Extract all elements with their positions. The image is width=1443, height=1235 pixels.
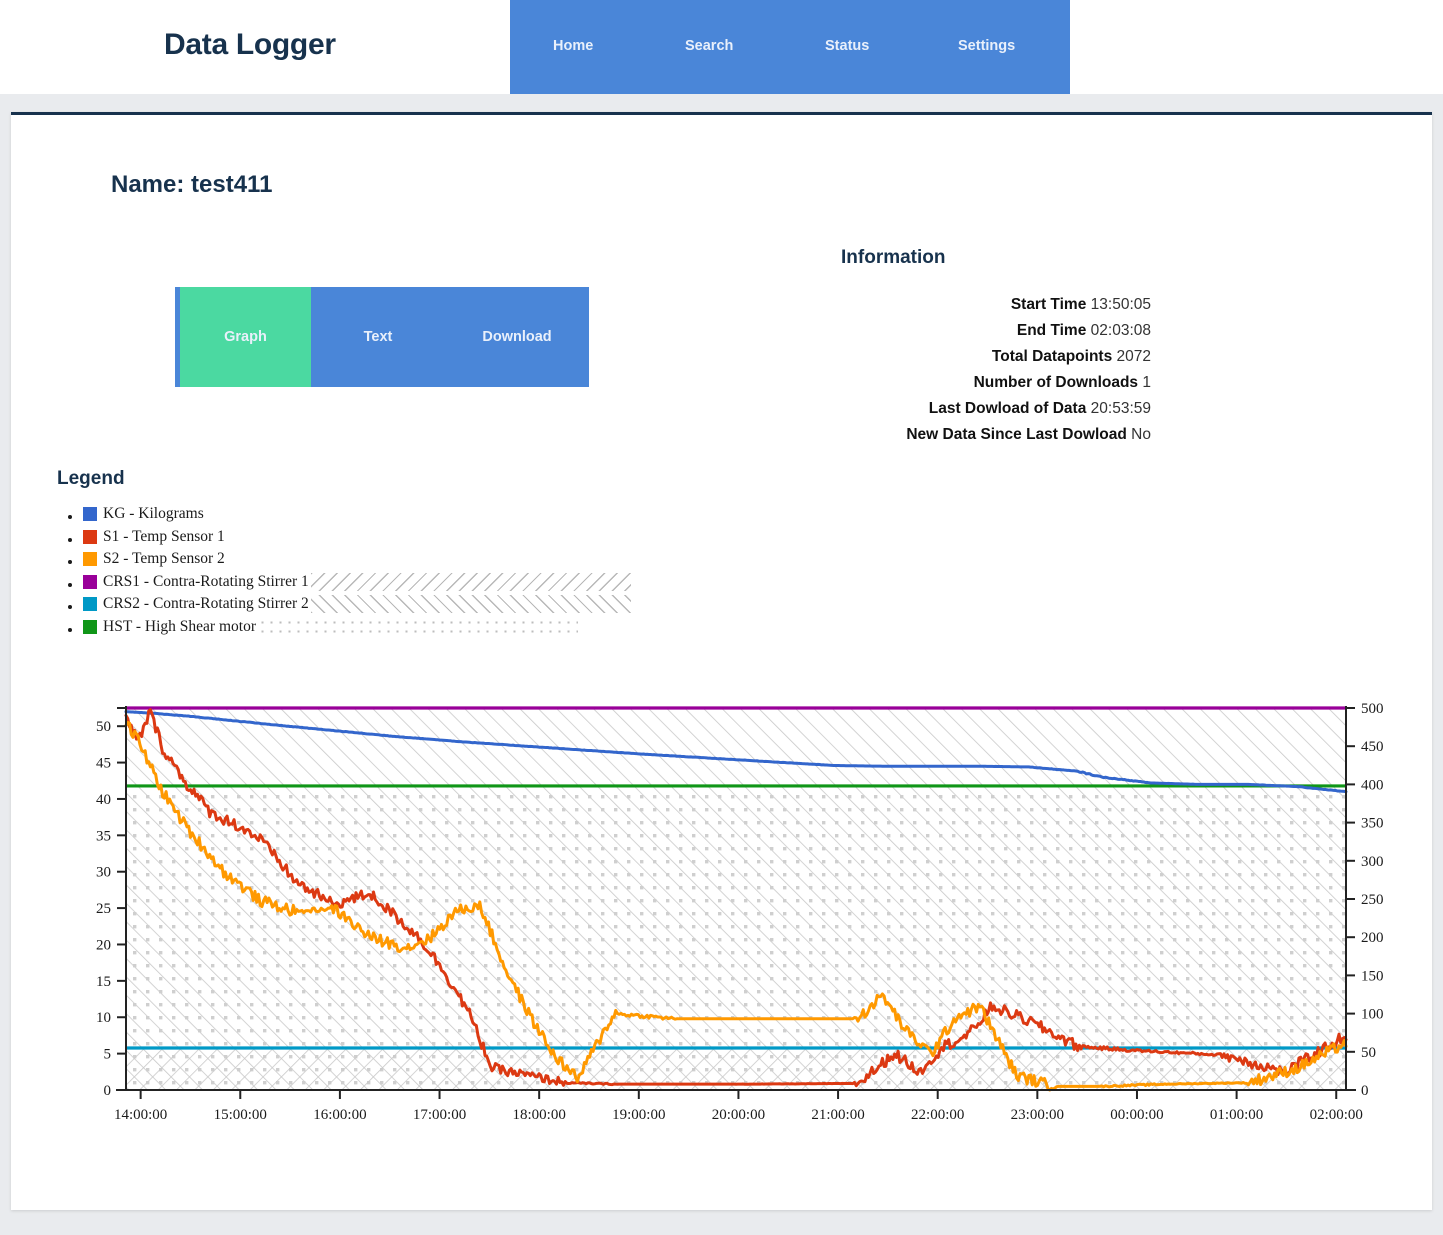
svg-text:25: 25 [96,901,111,917]
info-row-start-time: Start Time 13:50:05 [651,292,1151,318]
svg-text:15: 15 [96,974,111,990]
info-row-total-datapoints: Total Datapoints 2072 [651,344,1151,370]
legend-label: HST - High Shear motor [103,617,256,635]
svg-text:14:00:00: 14:00:00 [114,1107,167,1123]
nav-link-status[interactable]: Status [825,38,869,54]
svg-text:5: 5 [104,1047,112,1063]
list-item: S2 - Temp Sensor 2 [83,548,631,571]
svg-text:15:00:00: 15:00:00 [214,1107,267,1123]
info-value: 2072 [1116,348,1151,365]
navbar: Data Logger Home Search Status Settings [0,0,1443,94]
info-row-last-download: Last Dowload of Data 20:53:59 [651,396,1151,422]
svg-text:0: 0 [1361,1083,1369,1099]
info-row-number-of-downloads: Number of Downloads 1 [651,370,1151,396]
svg-text:200: 200 [1361,930,1384,946]
information-heading: Information [841,247,946,268]
list-item: CRS1 - Contra-Rotating Stirrer 1 [83,571,631,594]
list-item: HST - High Shear motor [83,616,631,639]
svg-text:10: 10 [96,1010,111,1026]
svg-text:16:00:00: 16:00:00 [313,1107,366,1123]
main-card: Name: test411 Graph Text Download Inform… [11,112,1432,1210]
svg-text:19:00:00: 19:00:00 [612,1107,665,1123]
svg-text:250: 250 [1361,892,1384,908]
svg-text:400: 400 [1361,777,1384,793]
svg-text:22:00:00: 22:00:00 [911,1107,964,1123]
info-value: 20:53:59 [1090,400,1151,417]
nav-link-settings[interactable]: Settings [958,38,1015,54]
view-mode-button-group: Graph Text Download [175,287,589,387]
legend-label: S1 - Temp Sensor 1 [103,527,225,545]
legend-swatch-crs1 [83,574,97,589]
info-label: End Time [1016,322,1087,339]
svg-text:18:00:00: 18:00:00 [513,1107,566,1123]
legend-swatch-s1 [83,529,97,544]
svg-text:21:00:00: 21:00:00 [811,1107,864,1123]
svg-text:23:00:00: 23:00:00 [1011,1107,1064,1123]
svg-text:20:00:00: 20:00:00 [712,1107,765,1123]
info-label: Start Time [1010,296,1087,313]
list-item: S1 - Temp Sensor 1 [83,526,631,549]
data-chart: 0 5 10 15 20 25 30 35 40 45 50 0 50 100 150 200 250 300 35… [51,700,1396,1155]
svg-text:00:00:00: 00:00:00 [1110,1107,1163,1123]
nav-link-home[interactable]: Home [553,38,593,54]
info-label: Last Dowload of Data [928,400,1087,417]
svg-text:50: 50 [1361,1045,1376,1061]
download-button[interactable]: Download [445,287,589,387]
info-label: Total Datapoints [991,348,1113,365]
nav-link-search[interactable]: Search [685,38,733,54]
info-row-end-time: End Time 02:03:08 [651,318,1151,344]
svg-text:300: 300 [1361,854,1384,870]
svg-text:350: 350 [1361,816,1384,832]
info-value: 13:50:05 [1090,296,1151,313]
page-title: Name: test411 [111,171,273,198]
info-row-new-data-since-last-download: New Data Since Last Dowload No [651,422,1151,448]
legend-label: S2 - Temp Sensor 2 [103,550,225,567]
legend-swatch-crs2 [83,597,97,612]
legend-swatch-kg [83,507,97,522]
legend-hatch-dots-icon [257,617,578,636]
info-value: 02:03:08 [1090,322,1151,339]
legend-label: CRS2 - Contra-Rotating Stirrer 2 [103,595,309,612]
list-item: CRS2 - Contra-Rotating Stirrer 2 [83,593,631,616]
info-label: Number of Downloads [973,374,1139,391]
brand-title: Data Logger [164,28,336,61]
svg-text:150: 150 [1361,968,1384,984]
text-button[interactable]: Text [311,287,445,387]
info-value: 1 [1142,374,1151,391]
svg-text:01:00:00: 01:00:00 [1210,1107,1263,1123]
legend-label: KG - Kilograms [103,505,204,522]
legend-heading: Legend [57,468,125,489]
svg-text:50: 50 [96,719,111,735]
list-item: KG - Kilograms [83,503,631,526]
svg-text:30: 30 [96,865,111,881]
svg-text:100: 100 [1361,1007,1384,1023]
svg-text:45: 45 [96,756,111,772]
svg-text:450: 450 [1361,739,1384,755]
legend-swatch-hst [83,619,97,634]
info-value: No [1131,426,1151,443]
info-label: New Data Since Last Dowload [906,426,1127,443]
legend-hatch-forwardslash-icon [310,595,631,614]
legend-hatch-backslash-icon [310,572,631,591]
legend-list: KG - Kilograms S1 - Temp Sensor 1 S2 - T… [57,503,631,638]
legend-label: CRS1 - Contra-Rotating Stirrer 1 [103,572,309,590]
graph-button[interactable]: Graph [180,287,311,387]
svg-text:02:00:00: 02:00:00 [1310,1107,1363,1123]
chart-svg: 0510152025303540455005010015020025030035… [96,701,1384,1123]
svg-text:17:00:00: 17:00:00 [413,1107,466,1123]
svg-text:20: 20 [96,937,111,953]
information-list: Start Time 13:50:05 End Time 02:03:08 To… [651,292,1151,448]
svg-text:500: 500 [1361,701,1384,717]
nav-links-container: Home Search Status Settings [510,0,1070,94]
svg-text:35: 35 [96,828,111,844]
svg-text:0: 0 [104,1083,112,1099]
legend-swatch-s2 [83,552,97,567]
svg-text:40: 40 [96,792,111,808]
